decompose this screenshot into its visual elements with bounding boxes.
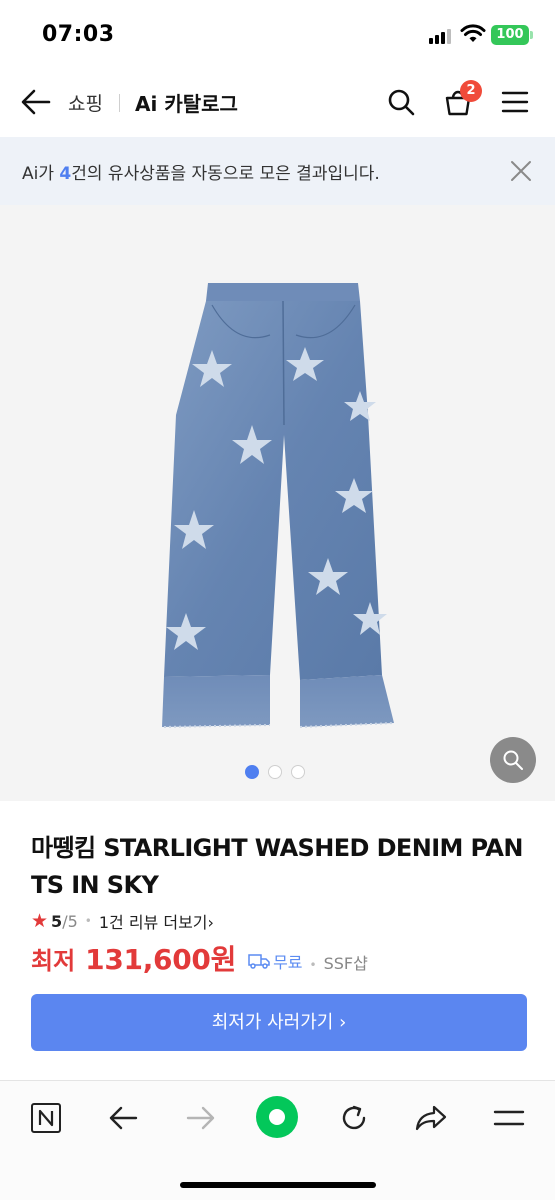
rating-row: ★ 5/5 • 1건 리뷰 더보기› xyxy=(31,909,214,933)
wifi-icon xyxy=(460,24,486,44)
notice-suffix: 건의 유사상품을 자동으로 모은 결과입니다. xyxy=(71,164,380,184)
delivery-info: 무료 xyxy=(248,949,303,973)
battery-indicator: 100 xyxy=(491,25,533,45)
gallery-dot-2[interactable] xyxy=(268,765,282,779)
back-button[interactable] xyxy=(18,84,54,120)
gallery-pagination xyxy=(245,765,305,779)
browser-back-button[interactable] xyxy=(101,1096,145,1140)
naver-icon xyxy=(31,1103,61,1133)
review-link[interactable]: 1건 리뷰 더보기› xyxy=(99,909,214,933)
close-icon xyxy=(511,161,531,181)
green-dot-button[interactable] xyxy=(254,1094,300,1140)
back-arrow-icon xyxy=(21,89,51,115)
browser-forward-button[interactable] xyxy=(179,1096,223,1140)
zoom-icon xyxy=(503,750,523,770)
title-ai: Ai xyxy=(135,92,158,116)
rating-max: /5 xyxy=(62,911,78,931)
buy-lowest-price-button[interactable]: 최저가 사러가기 › xyxy=(31,994,527,1051)
reload-icon xyxy=(342,1105,366,1130)
price-value: 131,600원 xyxy=(85,943,237,976)
green-dot-icon xyxy=(256,1096,298,1138)
browser-back-icon xyxy=(109,1106,138,1130)
ai-notice-bar: Ai가 4건의 유사상품을 자동으로 모은 결과입니다. xyxy=(0,137,555,205)
naver-home-button[interactable] xyxy=(24,1096,68,1140)
more-menu-button[interactable] xyxy=(487,1096,531,1140)
menu-button[interactable] xyxy=(497,84,533,120)
breadcrumb-shopping[interactable]: 쇼핑 xyxy=(68,89,103,116)
cart-button[interactable]: 2 xyxy=(440,80,482,120)
zoom-button[interactable] xyxy=(490,737,536,783)
share-icon xyxy=(415,1105,447,1131)
cart-badge: 2 xyxy=(460,80,482,102)
product-image-gallery[interactable] xyxy=(0,205,555,801)
product-image xyxy=(162,283,395,728)
status-bar: 07:03 100 xyxy=(0,0,555,70)
notice-text: Ai가 4건의 유사상품을 자동으로 모은 결과입니다. xyxy=(22,159,380,184)
product-title: 마뗑킴 STARLIGHT WASHED DENIM PANTS IN SKY xyxy=(31,834,523,899)
delivery-text: 무료 xyxy=(273,953,303,972)
share-button[interactable] xyxy=(409,1096,453,1140)
gallery-dot-3[interactable] xyxy=(291,765,305,779)
rating-score: 5 xyxy=(51,911,63,931)
star-icon: ★ xyxy=(31,910,49,932)
notice-count: 4 xyxy=(59,164,72,184)
search-button[interactable] xyxy=(383,84,419,120)
separator-dot: • xyxy=(309,958,317,972)
browser-forward-icon xyxy=(186,1106,215,1130)
reload-button[interactable] xyxy=(332,1096,376,1140)
price-row: 최저 131,600원 무료 • SSF샵 xyxy=(31,938,368,978)
search-icon xyxy=(388,89,415,116)
home-indicator xyxy=(180,1182,376,1188)
signal-icon xyxy=(429,28,455,44)
gallery-dot-1[interactable] xyxy=(245,765,259,779)
separator-dot: • xyxy=(84,914,92,928)
price-label: 최저 xyxy=(31,947,76,975)
title-catalog: 카탈로그 xyxy=(164,92,238,116)
notice-close-button[interactable] xyxy=(507,157,535,185)
page-title: Ai 카탈로그 xyxy=(135,88,238,117)
shop-name: SSF샵 xyxy=(323,954,368,973)
app-header: 쇼핑 Ai 카탈로그 2 xyxy=(0,70,555,136)
browser-toolbar xyxy=(0,1081,555,1200)
review-link-label: 1건 리뷰 더보기 xyxy=(98,913,208,932)
status-time: 07:03 xyxy=(42,22,115,47)
notice-prefix: Ai가 xyxy=(22,164,60,184)
more-menu-icon xyxy=(493,1110,525,1126)
truck-icon xyxy=(248,954,270,969)
menu-icon xyxy=(501,91,529,113)
breadcrumb-divider xyxy=(119,94,120,112)
